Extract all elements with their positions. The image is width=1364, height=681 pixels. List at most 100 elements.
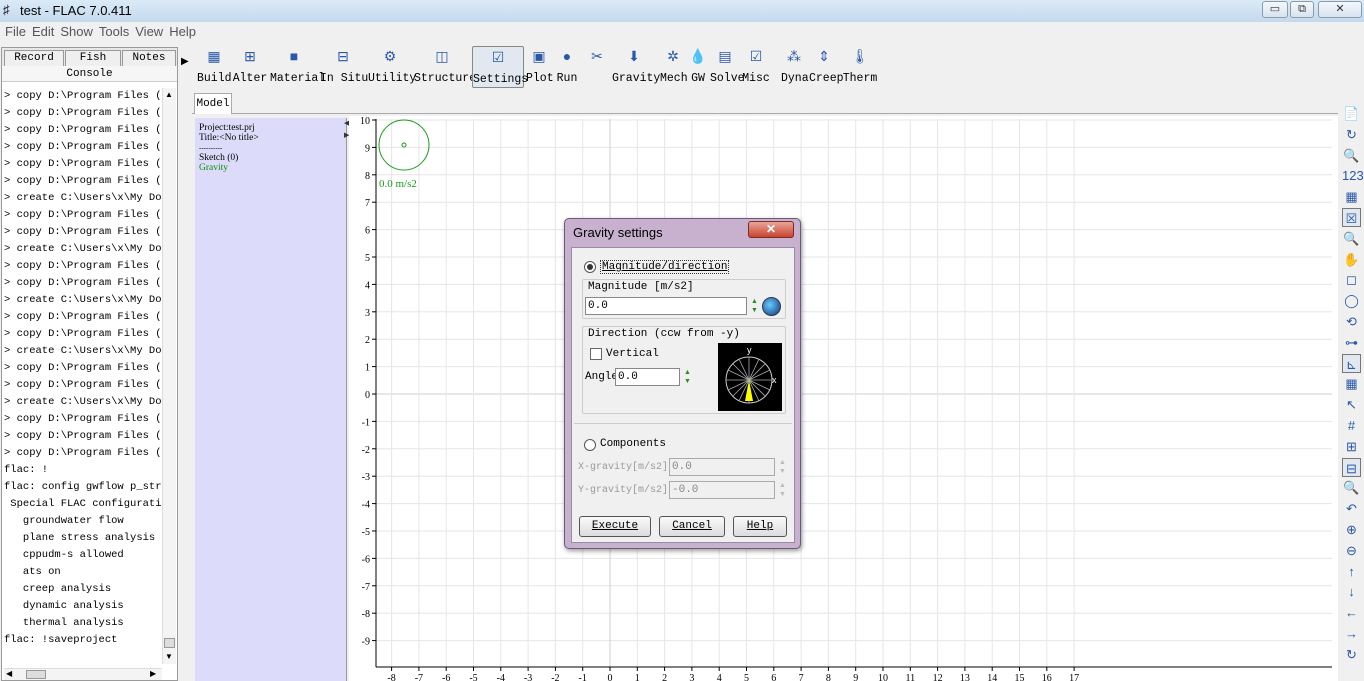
maximize-button[interactable]: ⧉: [1290, 1, 1314, 18]
help-button[interactable]: Help: [733, 516, 787, 537]
toolbar-creep-button[interactable]: ⇕ Creep: [809, 46, 844, 88]
plot-area[interactable]: 10 9 8 7 6 5 4 3 2 1 0 -1 -2 -3 -4 -5 -6 -7 -8 -9 -8 -7 -6 -5 -4…: [349, 116, 1338, 681]
reset-icon[interactable]: ↻: [1342, 645, 1361, 664]
spin-down-icon[interactable]: ▼: [682, 377, 693, 386]
y-gravity-input[interactable]: -0.0: [669, 481, 775, 499]
toolbar-structure-button[interactable]: ◫ Structure: [414, 46, 476, 88]
hscroll-thumb[interactable]: [26, 670, 46, 679]
console-vertical-scrollbar[interactable]: ▲ ▼: [162, 88, 176, 664]
toolbar-therm-button[interactable]: 🌡 Therm: [842, 46, 878, 88]
toolbar-gravity-button[interactable]: ⬇ Gravity: [612, 46, 660, 88]
zoom-icon[interactable]: 🔍: [1342, 229, 1361, 248]
arrow-right-icon[interactable]: →: [1342, 624, 1361, 643]
radio-components[interactable]: [584, 439, 596, 451]
spin-up-icon[interactable]: ▲: [682, 368, 693, 377]
toolbar-build-button[interactable]: ▦ Build: [197, 46, 232, 88]
grid-view-icon[interactable]: ▦: [1342, 187, 1361, 206]
project-gravity[interactable]: Gravity: [199, 163, 342, 173]
grid-icon[interactable]: ▦: [1342, 374, 1361, 393]
toolbar-settings-button[interactable]: ☑ Settings: [472, 46, 528, 88]
spin-down-icon[interactable]: ▼: [777, 490, 788, 499]
spin-down-icon[interactable]: ▼: [749, 306, 760, 315]
toolbar-dyna-button[interactable]: ⁂ Dyna: [781, 46, 809, 88]
menu-view[interactable]: View: [132, 22, 166, 41]
minimize-button[interactable]: ▭: [1262, 1, 1288, 18]
console-output[interactable]: > copy D:\Program Files (x > copy D:\Prog…: [4, 88, 162, 648]
toolbar-alter-button[interactable]: ⊞ Alter: [232, 46, 268, 88]
axes-icon[interactable]: ⊾: [1342, 353, 1361, 373]
toolbar-gw-button[interactable]: 💧 GW: [689, 46, 707, 88]
hash-icon[interactable]: #: [1342, 416, 1361, 435]
undo-icon[interactable]: ↶: [1342, 499, 1361, 518]
toolbar-misc-button[interactable]: ☑ Misc: [742, 46, 770, 88]
x-gravity-input[interactable]: 0.0: [669, 458, 775, 476]
arrow-up-icon[interactable]: ↑: [1342, 562, 1361, 581]
y-gravity-spinner[interactable]: ▲ ▼: [777, 481, 788, 499]
spin-up-icon[interactable]: ▲: [749, 297, 760, 306]
scroll-thumb[interactable]: [164, 638, 175, 648]
toolbar-utility-button[interactable]: ⚙ Utility: [368, 46, 416, 88]
menu-tools[interactable]: Tools: [96, 22, 132, 41]
magnitude-spinner[interactable]: ▲ ▼: [749, 297, 760, 315]
project-sketch[interactable]: Sketch (0): [199, 153, 342, 163]
cancel-button[interactable]: Cancel: [659, 516, 725, 537]
toolbar-solve-button[interactable]: ▤ Solve: [710, 46, 745, 88]
angle-input[interactable]: 0.0: [615, 368, 680, 386]
scroll-up-icon[interactable]: ▲: [165, 90, 173, 99]
toolbar-cut-tool-button[interactable]: ✂: [584, 46, 610, 88]
menu-help[interactable]: Help: [166, 22, 199, 41]
frame-icon[interactable]: ◻: [1342, 270, 1361, 289]
toolbar-in-situ-button[interactable]: ⊟ In Situ: [320, 46, 368, 88]
magnitude-input[interactable]: 0.0: [585, 297, 747, 315]
link-icon[interactable]: ⊶: [1342, 333, 1361, 352]
project-title[interactable]: Title:<No title>: [199, 133, 342, 143]
console-horizontal-scrollbar[interactable]: ◀ ▶: [4, 668, 162, 680]
grid-add-icon[interactable]: ⊞: [1342, 437, 1361, 456]
plot-canvas[interactable]: 109876543210-1-2-3-4-5-6-7-8-9-8 -7 -6 -5 -4…: [349, 116, 1338, 681]
arrow-left-icon[interactable]: ←: [1342, 603, 1361, 622]
panel-collapse-icon[interactable]: ▶: [181, 56, 189, 70]
zoom-fit-icon[interactable]: 🔍: [1342, 478, 1361, 497]
scroll-down-icon[interactable]: ▼: [165, 652, 173, 661]
radio-magnitude-direction[interactable]: [584, 261, 596, 273]
arrow-down-icon[interactable]: ↓: [1342, 582, 1361, 601]
toolbar-plot-button[interactable]: ▣ Plot: [526, 46, 554, 88]
menu-file[interactable]: File: [2, 22, 29, 41]
tab-fish[interactable]: Fish: [65, 50, 121, 66]
vertical-checkbox[interactable]: [590, 348, 602, 360]
globe-icon[interactable]: [762, 297, 781, 316]
tab-console[interactable]: Console: [2, 66, 177, 82]
components-label[interactable]: Components: [600, 438, 666, 450]
dialog-close-button[interactable]: ✕: [748, 221, 794, 238]
spin-up-icon[interactable]: ▲: [777, 458, 788, 467]
tab-record[interactable]: Record: [4, 50, 64, 66]
numbers-icon[interactable]: 123: [1342, 166, 1364, 185]
menu-edit[interactable]: Edit: [29, 22, 57, 41]
rotate-icon[interactable]: ◯: [1342, 291, 1361, 310]
zoom-out-icon[interactable]: ⊖: [1342, 541, 1361, 560]
menu-show[interactable]: Show: [57, 22, 96, 41]
zoom-in-icon[interactable]: ⊕: [1342, 520, 1361, 539]
select-icon[interactable]: ↖: [1342, 395, 1361, 414]
direction-compass[interactable]: y x: [718, 343, 782, 411]
tab-model[interactable]: Model: [194, 93, 232, 114]
toolbar-material-button[interactable]: ■ Material: [270, 46, 325, 88]
rotate-3d-icon[interactable]: ⟲: [1342, 312, 1361, 331]
toolbar-run-button[interactable]: ● Run: [554, 46, 580, 88]
magnitude-direction-label[interactable]: Magnitude/direction: [600, 260, 730, 274]
close-view-icon[interactable]: ☒: [1342, 208, 1361, 227]
execute-button[interactable]: Execute: [579, 516, 651, 537]
zoom-window-icon[interactable]: 🔍: [1342, 146, 1361, 165]
close-button[interactable]: ✕: [1318, 1, 1362, 18]
angle-spinner[interactable]: ▲ ▼: [682, 368, 693, 386]
scroll-right-icon[interactable]: ▶: [150, 669, 156, 678]
pan-icon[interactable]: ✋: [1342, 250, 1361, 269]
project-file[interactable]: Project:test.prj: [199, 123, 342, 133]
page-icon[interactable]: 📄: [1342, 104, 1361, 123]
tab-notes[interactable]: Notes: [122, 50, 176, 66]
refresh-icon[interactable]: ↻: [1342, 125, 1361, 144]
scroll-left-icon[interactable]: ◀: [6, 669, 12, 678]
x-gravity-spinner[interactable]: ▲ ▼: [777, 458, 788, 476]
spin-down-icon[interactable]: ▼: [777, 467, 788, 476]
layers-icon[interactable]: ⊟: [1342, 457, 1361, 477]
